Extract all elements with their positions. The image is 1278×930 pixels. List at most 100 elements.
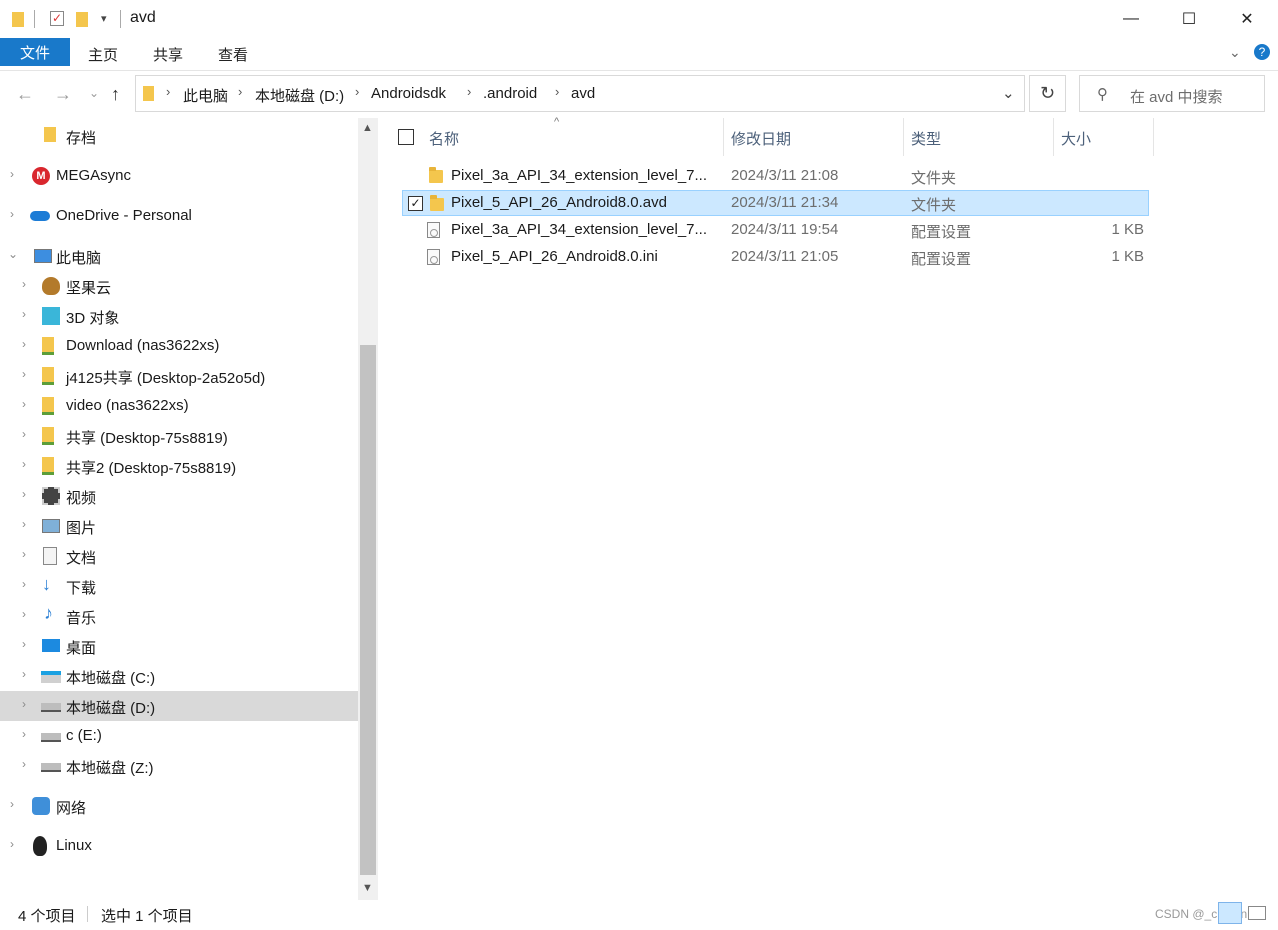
column-divider[interactable]	[903, 118, 904, 156]
chevron-right-icon[interactable]: ›	[22, 727, 26, 741]
tab-file[interactable]: 文件	[0, 38, 70, 66]
nav-item-download-nas[interactable]: › Download (nas3622xs)	[0, 331, 358, 361]
nav-item-share[interactable]: › 共享 (Desktop-75s8819)	[0, 421, 358, 451]
breadcrumb-androidsdk[interactable]: Androidsdk	[371, 85, 446, 102]
scrollbar-thumb[interactable]	[360, 345, 376, 875]
nav-item-drive-e[interactable]: › c (E:)	[0, 721, 358, 751]
large-icons-view-icon[interactable]	[1248, 906, 1266, 920]
column-divider[interactable]	[1053, 118, 1054, 156]
chevron-right-icon[interactable]: ›	[22, 547, 26, 561]
forward-arrow-icon[interactable]: →	[54, 84, 72, 105]
nav-item-drive-c[interactable]: › 本地磁盘 (C:)	[0, 661, 358, 691]
nav-item-documents[interactable]: › 文档	[0, 541, 358, 571]
row-checkbox-checked[interactable]: ✓	[408, 196, 423, 211]
expand-ribbon-icon[interactable]: ⌄	[1229, 44, 1241, 61]
nav-item-nutstore[interactable]: › 坚果云	[0, 271, 358, 301]
nav-item-video-nas[interactable]: › video (nas3622xs)	[0, 391, 358, 421]
breadcrumb-android[interactable]: .android	[483, 85, 537, 102]
column-header-type[interactable]: 类型	[911, 128, 941, 149]
breadcrumb-separator[interactable]: ›	[467, 84, 471, 99]
downloads-icon: ↓	[42, 574, 51, 594]
back-arrow-icon[interactable]: ←	[16, 84, 34, 105]
file-row[interactable]: Pixel_3a_API_34_extension_level_7... 202…	[402, 163, 1149, 189]
minimize-button[interactable]: —	[1102, 0, 1160, 38]
drive-icon	[41, 703, 61, 712]
mega-icon: M	[32, 167, 50, 185]
chevron-right-icon[interactable]: ›	[22, 577, 26, 591]
chevron-right-icon[interactable]: ›	[10, 167, 14, 181]
nav-item-downloads[interactable]: › ↓ 下载	[0, 571, 358, 601]
new-folder-icon[interactable]	[76, 12, 88, 27]
chevron-right-icon[interactable]: ›	[22, 517, 26, 531]
tab-share[interactable]: 共享	[153, 44, 183, 65]
chevron-right-icon[interactable]: ›	[22, 307, 26, 321]
chevron-right-icon[interactable]: ›	[22, 607, 26, 621]
drive-icon	[41, 733, 61, 742]
nav-item-3d-objects[interactable]: › 3D 对象	[0, 301, 358, 331]
chevron-right-icon[interactable]: ›	[22, 757, 26, 771]
details-view-icon[interactable]	[1218, 902, 1242, 924]
refresh-button[interactable]: ↻	[1029, 75, 1066, 112]
nav-item-linux[interactable]: › Linux	[0, 831, 358, 861]
scroll-down-icon[interactable]: ▼	[362, 882, 373, 894]
chevron-right-icon[interactable]: ›	[22, 277, 26, 291]
chevron-right-icon[interactable]: ›	[10, 797, 14, 811]
nav-label: 桌面	[66, 640, 97, 657]
chevron-right-icon[interactable]: ›	[10, 207, 14, 221]
chevron-right-icon[interactable]: ›	[22, 637, 26, 651]
ribbon-bar	[0, 38, 1278, 71]
tab-view[interactable]: 查看	[218, 44, 248, 65]
column-divider[interactable]	[1153, 118, 1154, 156]
column-header-modified[interactable]: 修改日期	[731, 128, 791, 149]
nav-item-this-pc[interactable]: ⌄ 此电脑	[0, 241, 358, 271]
breadcrumb-separator[interactable]: ›	[555, 84, 559, 99]
nav-item-archive[interactable]: 存档	[0, 121, 358, 151]
breadcrumb-drive-d[interactable]: 本地磁盘 (D:)	[255, 85, 344, 106]
help-icon[interactable]: ?	[1254, 44, 1270, 60]
nav-item-onedrive[interactable]: › OneDrive - Personal	[0, 201, 358, 231]
scroll-up-icon[interactable]: ▲	[362, 122, 373, 134]
nav-item-j4125-share[interactable]: › j4125共享 (Desktop-2a52o5d)	[0, 361, 358, 391]
tab-home[interactable]: 主页	[88, 44, 118, 65]
nav-item-network[interactable]: › 网络	[0, 791, 358, 821]
nav-item-pictures[interactable]: › 图片	[0, 511, 358, 541]
breadcrumb-separator[interactable]: ›	[355, 84, 359, 99]
up-arrow-icon[interactable]: ↑	[111, 84, 120, 105]
breadcrumb-separator[interactable]: ›	[238, 84, 242, 99]
nav-item-music[interactable]: › ♪ 音乐	[0, 601, 358, 631]
nav-item-drive-d[interactable]: › 本地磁盘 (D:)	[0, 691, 358, 721]
nav-item-videos[interactable]: › 视频	[0, 481, 358, 511]
chevron-right-icon[interactable]: ›	[10, 837, 14, 851]
column-divider[interactable]	[723, 118, 724, 156]
network-folder-icon	[42, 337, 54, 355]
select-all-checkbox[interactable]	[398, 129, 414, 145]
column-header-size[interactable]: 大小	[1061, 128, 1091, 149]
chevron-right-icon[interactable]: ›	[22, 697, 26, 711]
maximize-button[interactable]: ☐	[1160, 0, 1218, 38]
file-row[interactable]: Pixel_3a_API_34_extension_level_7... 202…	[402, 217, 1149, 243]
nav-item-megasync[interactable]: › M MEGAsync	[0, 161, 358, 191]
breadcrumb-avd[interactable]: avd	[571, 85, 595, 102]
nav-item-share2[interactable]: › 共享2 (Desktop-75s8819)	[0, 451, 358, 481]
breadcrumb-this-pc[interactable]: 此电脑	[183, 85, 228, 106]
close-button[interactable]: ✕	[1218, 0, 1276, 38]
chevron-down-icon[interactable]: ⌄	[8, 247, 18, 261]
chevron-right-icon[interactable]: ›	[22, 457, 26, 471]
chevron-right-icon[interactable]: ›	[22, 487, 26, 501]
nav-item-drive-z[interactable]: › 本地磁盘 (Z:)	[0, 751, 358, 781]
chevron-right-icon[interactable]: ›	[22, 427, 26, 441]
customize-toolbar-icon[interactable]: ▾	[101, 12, 107, 25]
chevron-right-icon[interactable]: ›	[22, 667, 26, 681]
search-icon: ⚲	[1097, 86, 1108, 103]
recent-locations-icon[interactable]: ⌄	[89, 86, 99, 100]
chevron-right-icon[interactable]: ›	[22, 397, 26, 411]
file-row-selected[interactable]: ✓ Pixel_5_API_26_Android8.0.avd 2024/3/1…	[402, 190, 1149, 216]
column-header-name[interactable]: 名称	[429, 128, 459, 149]
chevron-right-icon[interactable]: ›	[22, 337, 26, 351]
file-row[interactable]: Pixel_5_API_26_Android8.0.ini 2024/3/11 …	[402, 244, 1149, 270]
address-dropdown-icon[interactable]: ⌄	[1002, 84, 1015, 102]
chevron-right-icon[interactable]: ›	[22, 367, 26, 381]
nav-item-desktop[interactable]: › 桌面	[0, 631, 358, 661]
properties-icon[interactable]: ✓	[50, 11, 64, 26]
breadcrumb-separator[interactable]: ›	[166, 84, 170, 99]
